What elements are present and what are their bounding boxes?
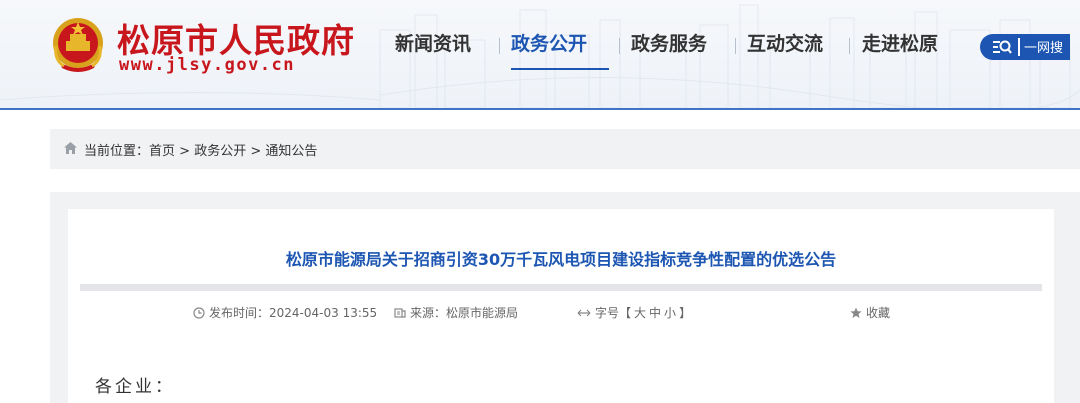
article-source: 来源： 松原市能源局 xyxy=(394,304,518,321)
breadcrumb-home[interactable]: 首页 xyxy=(149,144,175,159)
nav-item-services[interactable]: 政务服务 xyxy=(631,30,707,68)
breadcrumb-prefix: 当前位置： xyxy=(84,144,150,159)
favorite-button[interactable]: 收藏 xyxy=(850,304,890,321)
title-divider xyxy=(80,284,1042,291)
article-card: 松原市能源局关于招商引资30万千瓦风电项目建设指标竞争性配置的优选公告 发布时间… xyxy=(68,209,1054,403)
clock-icon xyxy=(193,306,205,319)
double-arrow-icon xyxy=(577,309,591,316)
national-emblem-icon xyxy=(53,18,103,72)
search-icon xyxy=(993,40,1012,54)
site-url[interactable]: www.jlsy.gov.cn xyxy=(119,55,295,75)
search-divider xyxy=(1018,38,1020,56)
source-value: 松原市能源局 xyxy=(446,306,519,320)
home-icon xyxy=(64,142,77,154)
font-size-medium[interactable]: 中 xyxy=(649,304,661,321)
nav-item-interaction[interactable]: 互动交流 xyxy=(747,30,823,68)
breadcrumb-separator: > xyxy=(175,144,195,159)
search-label: 一网搜 xyxy=(1024,41,1064,56)
article-greeting: 各企业： xyxy=(95,377,175,397)
source-icon xyxy=(394,307,406,318)
nav-item-about-songyuan[interactable]: 走进松原 xyxy=(862,30,938,68)
nav-divider xyxy=(499,38,500,54)
source-label: 来源： xyxy=(410,306,447,320)
font-size-switcher: 字号【 大 中 小 】 xyxy=(577,304,691,321)
breadcrumb-separator: > xyxy=(246,144,266,159)
nav-divider xyxy=(619,38,620,54)
site-header: 松原市人民政府 www.jlsy.gov.cn 新闻资讯 政务公开 政务服务 互… xyxy=(0,0,1080,110)
nav-item-news[interactable]: 新闻资讯 xyxy=(395,30,471,68)
font-size-label: 字号【 xyxy=(595,306,632,320)
article-title: 松原市能源局关于招商引资30万千瓦风电项目建设指标竞争性配置的优选公告 xyxy=(285,250,837,269)
font-size-large[interactable]: 大 xyxy=(634,304,646,321)
publish-time-value: 2024-04-03 13:55 xyxy=(269,305,378,320)
nav-divider xyxy=(849,38,850,54)
breadcrumb: 当前位置：首页 > 政务公开 > 通知公告 xyxy=(50,129,1080,169)
nav-divider xyxy=(735,38,736,54)
publish-time-label: 发布时间： xyxy=(209,306,270,320)
font-size-small[interactable]: 小 xyxy=(664,304,676,321)
font-size-close: 】 xyxy=(679,306,692,320)
favorite-label: 收藏 xyxy=(866,306,891,320)
breadcrumb-government-affairs[interactable]: 政务公开 xyxy=(194,144,246,159)
nav-item-government-affairs[interactable]: 政务公开 xyxy=(511,30,609,70)
site-search-button[interactable]: 一网搜 xyxy=(980,34,1070,60)
star-icon xyxy=(850,307,862,318)
breadcrumb-notices[interactable]: 通知公告 xyxy=(265,144,317,159)
publish-time: 发布时间： 2024-04-03 13:55 xyxy=(193,304,377,321)
